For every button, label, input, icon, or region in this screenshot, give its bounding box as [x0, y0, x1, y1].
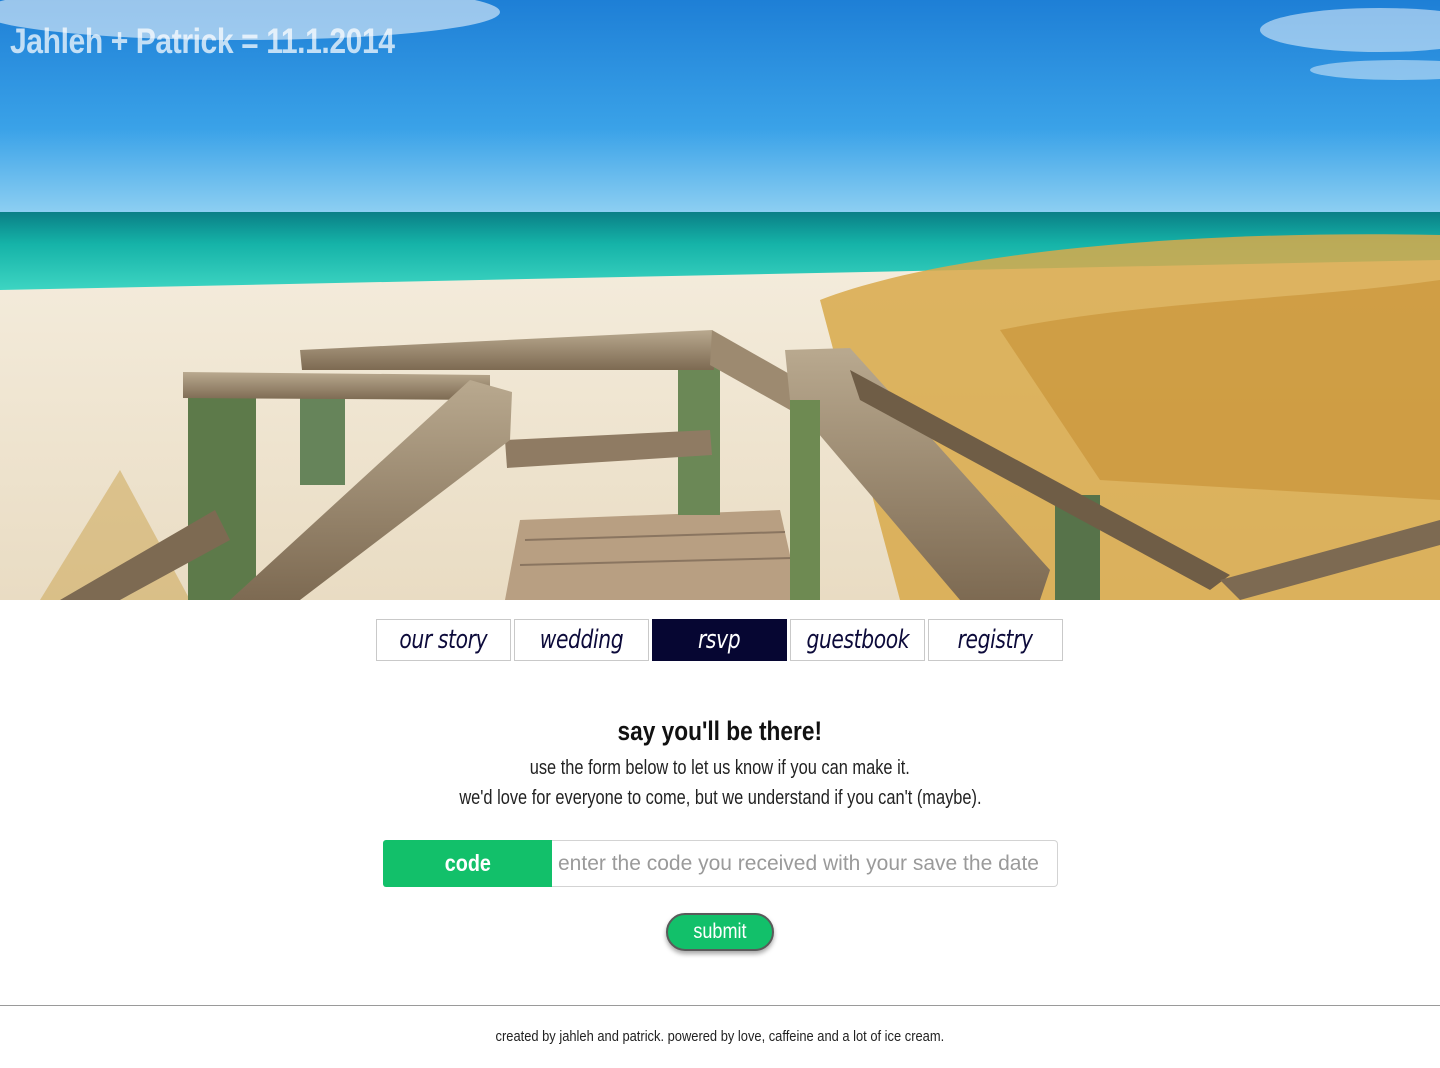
tab-guestbook[interactable]: guestbook	[790, 619, 925, 661]
main-nav: our story wedding rsvp guestbook registr…	[376, 619, 1063, 661]
tab-label: guestbook	[806, 625, 909, 655]
beach-boardwalk-photo	[0, 0, 1440, 600]
submit-button-label: submit	[693, 920, 747, 943]
hero-image: Jahleh + Patrick = 11.1.2014	[0, 0, 1440, 600]
rsvp-intro-line-2-text: we'd love for everyone to come, but we u…	[458, 787, 982, 809]
code-label: code	[383, 840, 552, 887]
code-label-text: code	[444, 850, 491, 876]
submit-button[interactable]: submit	[666, 913, 774, 951]
tab-rsvp[interactable]: rsvp	[652, 619, 787, 661]
tab-label: registry	[957, 625, 1034, 655]
footer-divider	[0, 1005, 1440, 1006]
code-input[interactable]	[552, 840, 1058, 887]
tab-our-story[interactable]: our story	[376, 619, 511, 661]
tab-label: our story	[399, 625, 488, 655]
footer-text: created by jahleh and patrick. powered b…	[495, 1028, 945, 1045]
tab-label: rsvp	[698, 625, 741, 655]
rsvp-intro-line-1: use the form below to let us know if you…	[0, 757, 1440, 780]
tab-wedding[interactable]: wedding	[514, 619, 649, 661]
tab-label: wedding	[539, 625, 624, 655]
rsvp-intro-line-2: we'd love for everyone to come, but we u…	[0, 787, 1440, 810]
tab-registry[interactable]: registry	[928, 619, 1063, 661]
footer: created by jahleh and patrick. powered b…	[0, 1028, 1440, 1045]
code-form-row: code	[383, 840, 1058, 887]
site-title: Jahleh + Patrick = 11.1.2014	[10, 22, 395, 61]
rsvp-intro-line-1-text: use the form below to let us know if you…	[529, 757, 911, 779]
rsvp-heading: say you'll be there!	[0, 716, 1440, 747]
rsvp-heading-text: say you'll be there!	[617, 716, 823, 746]
